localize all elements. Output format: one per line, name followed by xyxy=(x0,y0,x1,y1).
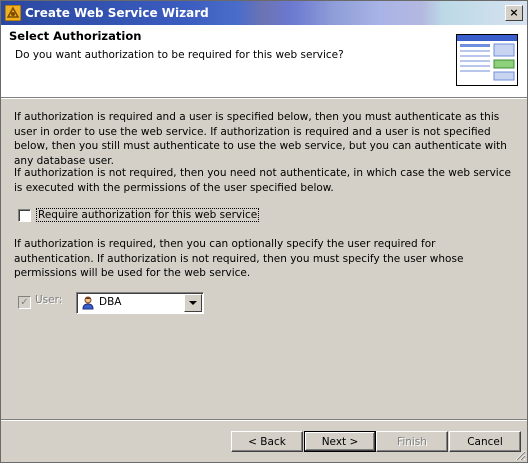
close-button[interactable]: × xyxy=(505,5,523,21)
user-combobox-value: DBA xyxy=(99,296,122,308)
page-title: Select Authorization xyxy=(9,29,142,43)
require-authorization-label[interactable]: Require authorization for this web servi… xyxy=(36,208,260,222)
close-icon: × xyxy=(509,6,519,19)
page-subtitle: Do you want authorization to be required… xyxy=(15,49,344,61)
app-icon xyxy=(5,5,21,21)
finish-button[interactable]: Finish xyxy=(376,431,448,452)
user-label: User: xyxy=(35,294,63,306)
window-title: Create Web Service Wizard xyxy=(25,6,209,20)
user-combobox[interactable]: DBA xyxy=(76,292,204,314)
chevron-down-icon[interactable] xyxy=(184,294,202,312)
info-paragraph-1: If authorization is required and a user … xyxy=(14,111,507,167)
wizard-window: Create Web Service Wizard × Select Autho… xyxy=(0,0,528,463)
user-icon xyxy=(82,296,94,310)
button-separator xyxy=(1,419,527,421)
wizard-window-illustration-icon xyxy=(456,34,518,86)
cancel-button[interactable]: Cancel xyxy=(449,431,521,452)
header-separator xyxy=(1,98,527,99)
info-paragraph-3: If authorization is required, then you c… xyxy=(14,238,464,279)
info-paragraph-2: If authorization is not required, then y… xyxy=(14,167,511,194)
back-button[interactable]: < Back xyxy=(231,431,303,452)
user-checkbox[interactable]: ✓ xyxy=(18,296,31,309)
title-bar[interactable]: Create Web Service Wizard × xyxy=(1,1,527,25)
require-authorization-checkbox[interactable] xyxy=(18,209,31,222)
next-button[interactable]: Next > xyxy=(304,431,376,452)
wizard-header: Select Authorization Do you want authori… xyxy=(1,25,527,98)
resize-grip-icon[interactable] xyxy=(514,449,526,461)
